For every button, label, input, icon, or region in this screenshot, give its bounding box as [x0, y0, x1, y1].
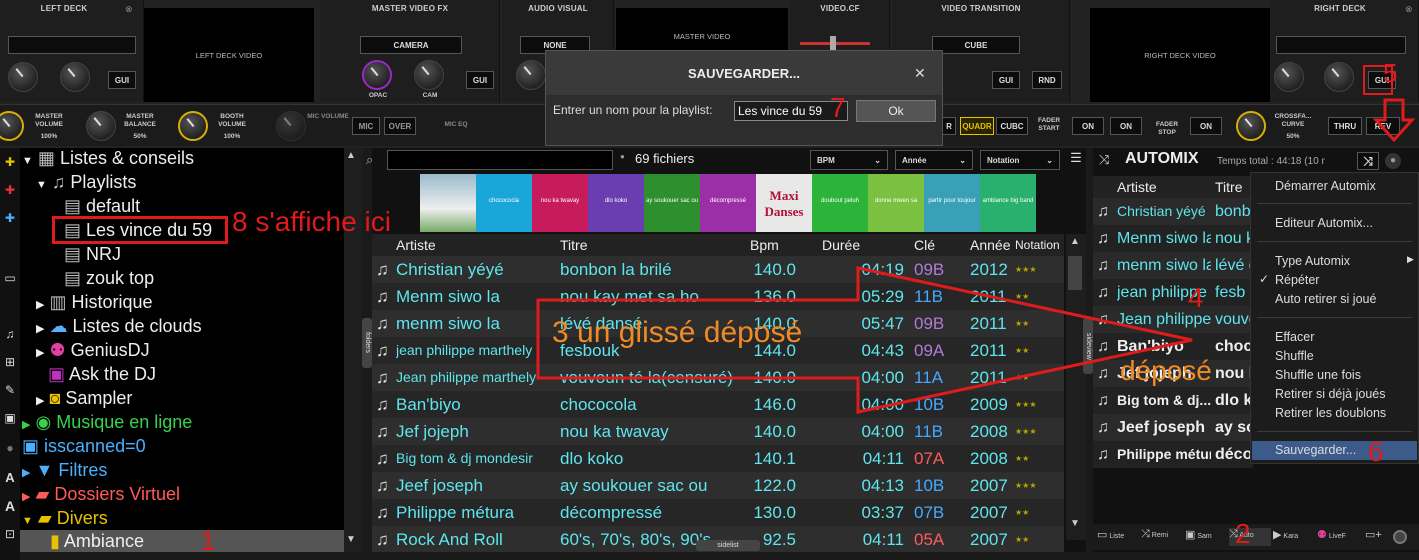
annotation-3: 3 un glissé déposé	[552, 316, 803, 349]
annotation-7: 7	[830, 92, 846, 123]
annotation-4: 4	[1188, 282, 1204, 313]
playlist-highlight-box	[52, 216, 228, 244]
down-arrow	[1372, 98, 1416, 143]
annotation-2: 2	[1235, 518, 1251, 549]
annotation-6: 6	[1368, 436, 1384, 467]
annotation-overlay	[536, 98, 1416, 414]
annotation-1: 1	[200, 525, 216, 556]
annotation-5: 5	[1383, 58, 1398, 88]
annotation-4-depose: déposé	[1120, 355, 1212, 386]
annotation-8: 8 s'affiche ici	[232, 206, 391, 237]
